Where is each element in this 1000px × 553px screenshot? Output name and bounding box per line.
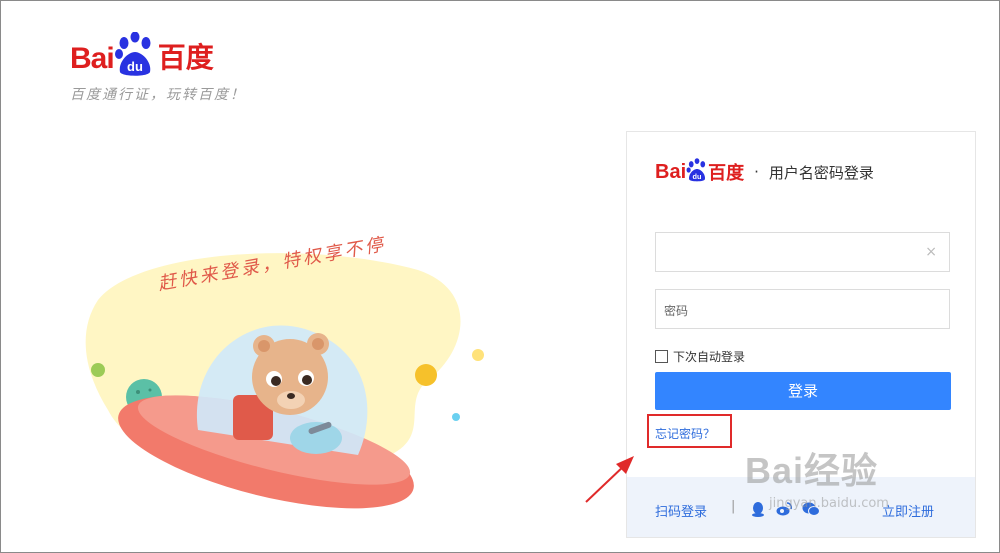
panel-logo-bai: Bai — [655, 160, 687, 183]
panel-logo-cn: 百度 — [708, 163, 745, 184]
register-link[interactable]: 立即注册 — [882, 501, 934, 520]
paw-icon: du — [114, 31, 156, 76]
logo-cn-text: 百度 — [157, 41, 214, 74]
baidu-logo[interactable]: Bai du 百度 — [70, 28, 214, 76]
baidu-jingyan-watermark: Bai经验 jingyan.baidu.com — [745, 442, 889, 511]
watermark-line2: jingyan.baidu.com — [769, 496, 889, 511]
panel-logo-du: du — [693, 172, 702, 181]
panel-title: 用户名密码登录 — [768, 163, 874, 182]
slogan: 百度通行证，玩转百度！ — [70, 87, 246, 103]
panel-title-sep: · — [754, 163, 759, 181]
clear-icon[interactable]: × — [925, 244, 937, 260]
password-field[interactable]: 密码 — [655, 289, 950, 329]
qq-icon[interactable] — [750, 501, 766, 517]
logo-du-text: du — [127, 59, 143, 74]
watermark-line1: Bai经验 — [745, 450, 879, 491]
remember-me[interactable]: 下次自动登录 — [655, 348, 745, 365]
panel-paw-icon: du — [686, 158, 708, 186]
login-button[interactable]: 登录 — [655, 372, 951, 410]
scan-login-link[interactable]: 扫码登录 — [655, 501, 707, 520]
remember-checkbox[interactable] — [655, 350, 668, 363]
annotation-arrow — [580, 450, 640, 510]
panel-header: Bai du 百度 · 用户名密码登录 — [655, 158, 874, 186]
logo-bai-text: Bai — [70, 42, 115, 75]
username-field[interactable]: × — [655, 232, 950, 272]
bear-ufo-illustration — [78, 240, 498, 520]
remember-label: 下次自动登录 — [673, 350, 746, 364]
forgot-password-link[interactable]: 忘记密码？ — [655, 425, 715, 442]
password-placeholder: 密码 — [664, 304, 689, 318]
footer-separator: | — [731, 499, 736, 514]
